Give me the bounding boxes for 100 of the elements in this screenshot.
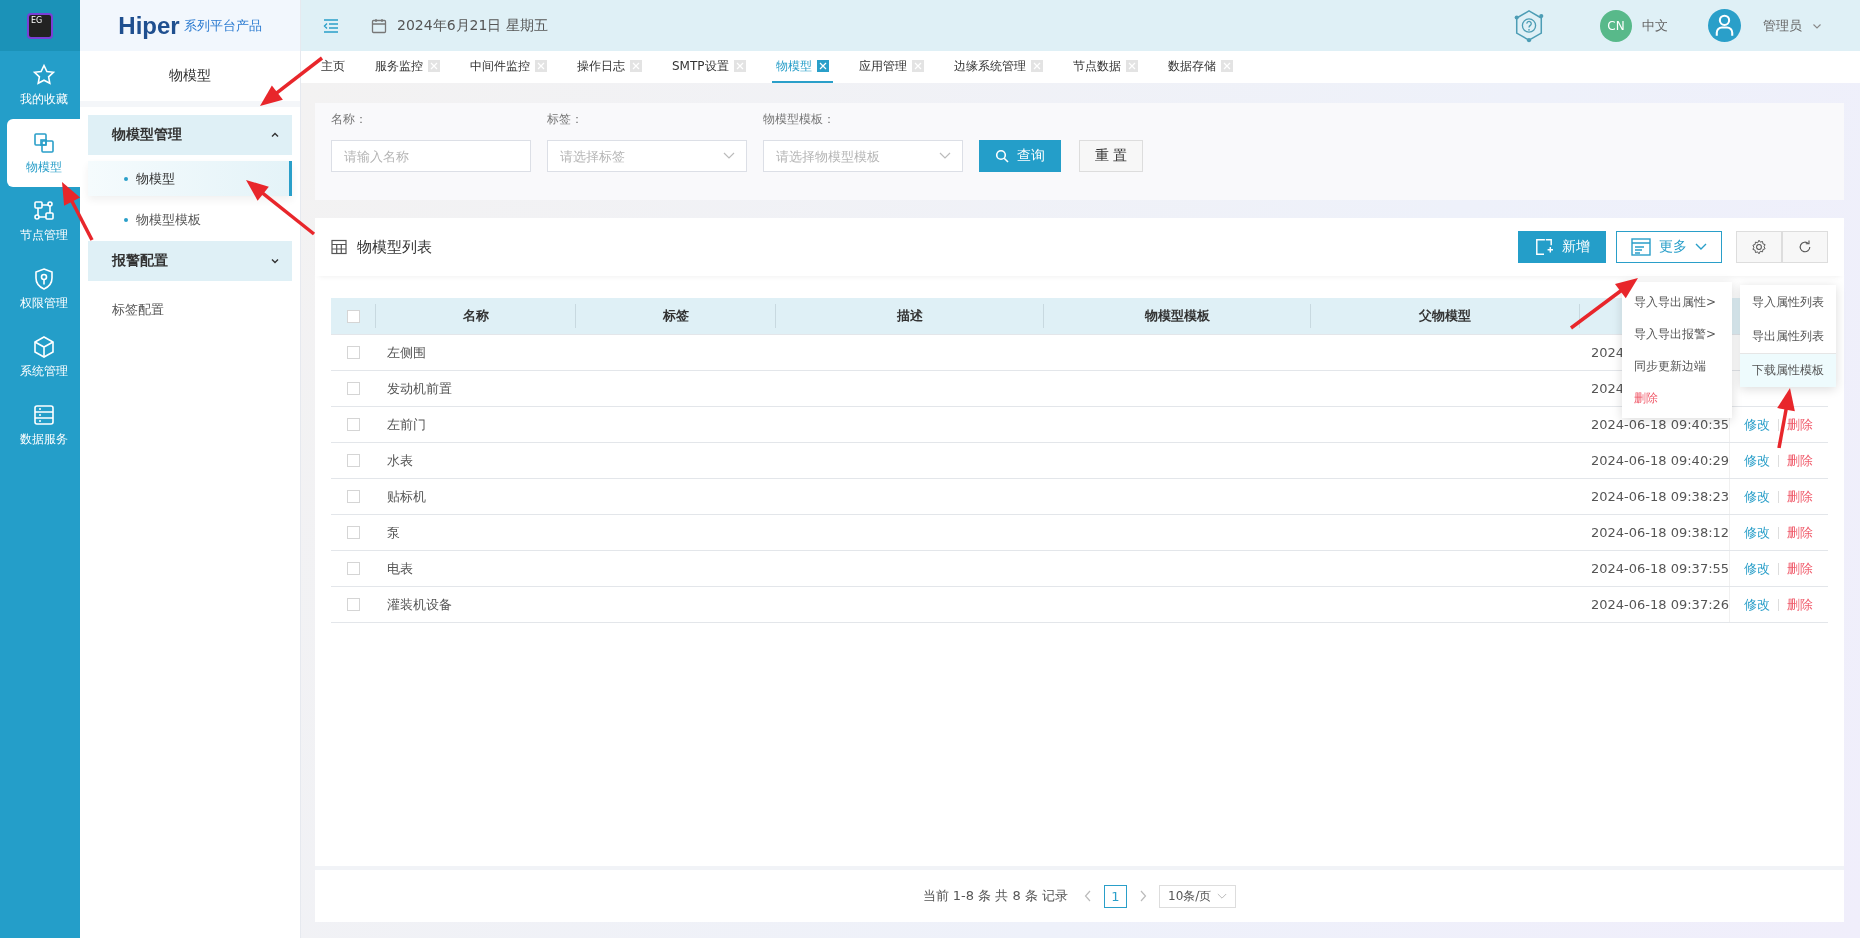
caret-icon	[939, 152, 951, 160]
star-icon	[31, 62, 56, 87]
page-tab[interactable]: SMTP设置	[668, 51, 750, 83]
help-icon[interactable]	[1512, 7, 1546, 44]
menu-item[interactable]: 导出属性列表	[1740, 319, 1836, 353]
user-name[interactable]: 管理员	[1763, 16, 1802, 35]
row-action-link[interactable]: 修改	[1744, 523, 1770, 542]
row-action-link[interactable]: 删除	[1787, 595, 1813, 614]
page-tab[interactable]: 服务监控	[371, 51, 444, 83]
row-checkbox[interactable]	[346, 418, 360, 431]
rail-nav-item[interactable]: 权限管理	[7, 255, 80, 323]
page-tab[interactable]: 操作日志	[573, 51, 646, 83]
close-icon[interactable]	[428, 60, 440, 72]
settings-button[interactable]	[1736, 231, 1782, 263]
close-icon[interactable]	[535, 60, 547, 72]
row-action-link[interactable]: 修改	[1744, 487, 1770, 506]
refresh-icon	[1797, 239, 1813, 255]
row-checkbox[interactable]	[346, 382, 360, 395]
row-action-link[interactable]: 删除	[1787, 415, 1813, 434]
row-action-link[interactable]: 修改	[1744, 451, 1770, 470]
page-tab[interactable]: 节点数据	[1068, 51, 1142, 83]
row-action-link[interactable]: 删除	[1787, 559, 1813, 578]
row-action-link[interactable]: 修改	[1744, 595, 1770, 614]
close-icon[interactable]	[733, 60, 746, 72]
table-cell: 2024	[1591, 345, 1625, 360]
menu-group[interactable]: 报警配置	[88, 241, 292, 281]
page-tab[interactable]: 中间件监控	[466, 51, 551, 83]
add-button[interactable]: 新增	[1518, 231, 1606, 263]
page-tab[interactable]: 数据存储	[1163, 51, 1237, 83]
row-checkbox[interactable]	[346, 454, 360, 467]
column-header: 名称	[375, 304, 575, 328]
search-button[interactable]: 查询	[979, 140, 1061, 172]
filter-label: 标签：	[547, 111, 584, 128]
close-icon[interactable]	[1220, 60, 1233, 72]
select-field[interactable]: 请选择物模型模板	[763, 140, 963, 172]
row-action-link[interactable]: 删除	[1787, 487, 1813, 506]
rail-nav-item[interactable]: 物模型	[7, 119, 80, 187]
calendar-icon	[371, 17, 387, 34]
select-all-checkbox[interactable]	[346, 309, 360, 323]
menu-item[interactable]: 导入属性列表	[1740, 285, 1836, 319]
reset-button[interactable]: 重 置	[1079, 140, 1143, 172]
menu-item[interactable]: 导入导出属性>	[1622, 286, 1718, 318]
menu-item[interactable]: 下载属性模板	[1740, 353, 1836, 387]
user-avatar-icon[interactable]	[1708, 9, 1741, 42]
table-icon	[331, 239, 347, 255]
row-checkbox[interactable]	[346, 526, 360, 539]
page-tab[interactable]: 主页	[317, 51, 349, 83]
table-cell: 水表	[387, 451, 413, 470]
close-icon[interactable]	[1030, 60, 1043, 72]
close-icon[interactable]	[816, 60, 829, 72]
search-icon	[995, 149, 1009, 163]
sidebar-item[interactable]: 物模型	[88, 161, 292, 196]
menu-item[interactable]: 导入导出报警>	[1622, 318, 1718, 350]
close-icon[interactable]	[1125, 60, 1138, 72]
overlapping-squares-icon	[31, 130, 56, 155]
close-icon[interactable]	[630, 60, 642, 72]
row-action-link[interactable]: 删除	[1787, 523, 1813, 542]
caret-icon	[723, 152, 735, 160]
next-page-icon[interactable]	[1139, 890, 1147, 902]
refresh-button[interactable]	[1782, 231, 1828, 263]
menu-group[interactable]: 物模型管理	[88, 115, 292, 155]
menu-icon[interactable]	[323, 18, 339, 33]
rail-nav-item[interactable]: 系统管理	[7, 323, 80, 391]
chevron-icon	[270, 256, 280, 266]
row-action-link[interactable]: 修改	[1744, 559, 1770, 578]
rail-nav-item[interactable]: 节点管理	[7, 187, 80, 255]
annotation-arrow	[246, 180, 316, 236]
page-number-button[interactable]: 1	[1104, 884, 1127, 908]
caret-icon	[1695, 243, 1707, 251]
row-checkbox[interactable]	[346, 562, 360, 575]
sidebar-item[interactable]: 标签配置	[88, 281, 292, 323]
select-field[interactable]: 请选择标签	[547, 140, 747, 172]
close-icon[interactable]	[911, 60, 924, 72]
row-checkbox[interactable]	[346, 490, 360, 503]
row-checkbox[interactable]	[346, 598, 360, 611]
page-tab[interactable]: 应用管理	[854, 51, 928, 83]
settings-icon	[1751, 239, 1767, 255]
table-cell: 灌装机设备	[387, 595, 452, 614]
row-checkbox[interactable]	[346, 346, 360, 359]
table-cell: 2024	[1591, 381, 1625, 396]
rail-nav-item[interactable]: 数据服务	[7, 391, 80, 459]
brand-name: Hiper	[118, 11, 180, 40]
table-cell: 2024-06-18 09:40:35	[1591, 417, 1730, 432]
sidebar-item[interactable]: 物模型模板	[88, 202, 292, 237]
previous-page-icon[interactable]	[1084, 890, 1092, 902]
table-cell: 电表	[387, 559, 413, 578]
rail-nav-item[interactable]: 我的收藏	[7, 51, 80, 119]
menu-item[interactable]: 删除	[1622, 382, 1732, 414]
form-icon	[1631, 238, 1651, 256]
language-label[interactable]: 中文	[1642, 16, 1668, 35]
bullet-icon	[124, 176, 128, 181]
name-input-field[interactable]: 请输入名称	[331, 140, 531, 172]
row-action-link[interactable]: 删除	[1787, 451, 1813, 470]
more-button[interactable]: 更多	[1616, 231, 1722, 263]
row-action-link[interactable]: 修改	[1744, 415, 1770, 434]
page-size-select[interactable]: 10条/页	[1159, 884, 1237, 908]
page-tab[interactable]: 边缘系统管理	[949, 51, 1047, 83]
language-badge[interactable]: CN	[1600, 9, 1632, 42]
table-cell: 发动机前置	[387, 379, 452, 398]
menu-item[interactable]: 同步更新边端	[1622, 350, 1732, 382]
